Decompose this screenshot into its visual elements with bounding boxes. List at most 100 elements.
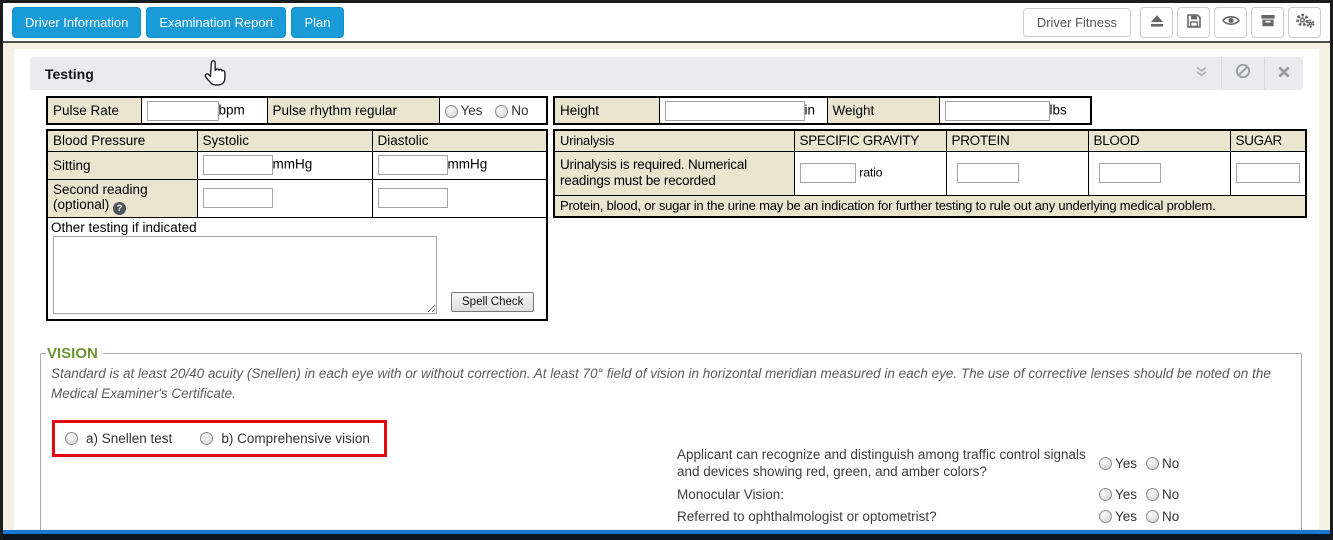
sugar-input[interactable] [1236, 163, 1300, 183]
snellen-test-radio[interactable] [65, 432, 78, 445]
traffic-signals-no-radio[interactable] [1146, 457, 1159, 470]
tab-examination-report[interactable]: Examination Report [146, 7, 286, 38]
height-weight-table: Height in Weight lbs [553, 96, 1092, 125]
monocular-yes-radio[interactable] [1099, 488, 1112, 501]
weight-label: Weight [827, 97, 939, 124]
diastolic-header: Diastolic [372, 130, 547, 151]
sugar-header: SUGAR [1230, 130, 1306, 151]
other-testing-label: Other testing if indicated [51, 219, 543, 236]
settings-button[interactable] [1288, 7, 1321, 38]
comprehensive-vision-radio[interactable] [200, 432, 213, 445]
no-label: No [511, 103, 528, 118]
diastolic-unit-label: mmHg [448, 157, 488, 172]
blood-input[interactable] [1099, 163, 1161, 183]
traffic-signals-yes-radio[interactable] [1099, 457, 1112, 470]
archive-icon [1260, 13, 1276, 31]
comprehensive-vision-option: b) Comprehensive vision [200, 431, 370, 446]
question-label: Referred to ophthalmologist or optometri… [677, 508, 1091, 526]
testing-form: Pulse Rate bpm Pulse rhythm regular Yes … [30, 90, 1303, 535]
save-icon [1186, 13, 1202, 32]
vision-test-options-highlight: a) Snellen test b) Comprehensive vision [52, 420, 387, 457]
systolic-header: Systolic [197, 130, 372, 151]
second-systolic-input[interactable] [203, 188, 273, 208]
pulse-rhythm-yes-radio[interactable] [445, 105, 458, 118]
referred-yes-radio[interactable] [1099, 510, 1112, 523]
specific-gravity-header: SPECIFIC GRAVITY [794, 130, 946, 151]
sitting-label: Sitting [47, 151, 197, 179]
eject-button[interactable] [1140, 7, 1173, 38]
blood-header: BLOOD [1088, 130, 1230, 151]
question-label: Applicant can recognize and distinguish … [677, 446, 1091, 481]
driver-exam-page: Driver Information Examination Report Pl… [0, 0, 1333, 540]
pulse-rhythm-no-radio[interactable] [495, 105, 508, 118]
bottom-bar [3, 530, 1330, 540]
vision-questions: Applicant can recognize and distinguish … [677, 446, 1201, 540]
urinalysis-required-note: Urinalysis is required. Numerical readin… [554, 151, 794, 195]
protein-input[interactable] [957, 163, 1019, 183]
urinalysis-footer-note: Protein, blood, or sugar in the urine ma… [554, 195, 1306, 216]
no-label: No [1162, 509, 1179, 524]
specific-gravity-input[interactable] [800, 163, 856, 183]
pulse-unit-label: bpm [219, 102, 245, 117]
pulse-rate-input[interactable] [147, 101, 219, 121]
urinalysis-table: Urinalysis SPECIFIC GRAVITY PROTEIN BLOO… [553, 129, 1307, 218]
sitting-systolic-input[interactable] [203, 155, 273, 175]
yes-label: Yes [1115, 509, 1137, 524]
panel-header-icons [1182, 57, 1303, 90]
referred-no-radio[interactable] [1146, 510, 1159, 523]
snellen-test-label: a) Snellen test [86, 431, 172, 446]
tab-plan[interactable]: Plan [291, 7, 343, 38]
weight-input[interactable] [945, 101, 1050, 121]
toolbar-right-group: Driver Fitness [1023, 7, 1321, 38]
disable-panel-button[interactable] [1221, 57, 1264, 90]
second-reading-label: Second reading (optional) [53, 182, 148, 212]
gears-icon [1295, 12, 1315, 32]
comprehensive-vision-label: b) Comprehensive vision [221, 431, 370, 446]
other-testing-textarea[interactable] [53, 236, 437, 314]
testing-panel-header[interactable]: Testing [30, 57, 1303, 90]
yes-label: Yes [461, 103, 483, 118]
preview-button[interactable] [1214, 7, 1247, 38]
protein-header: PROTEIN [946, 130, 1088, 151]
main-content: Testing [3, 43, 1330, 529]
yes-label: Yes [1115, 456, 1137, 471]
no-label: No [1162, 456, 1179, 471]
blood-pressure-table: Blood Pressure Systolic Diastolic Sittin… [46, 129, 548, 321]
ratio-unit-label: ratio [859, 166, 882, 180]
monocular-no-radio[interactable] [1146, 488, 1159, 501]
disable-circle-slash-icon [1235, 63, 1251, 84]
question-row-traffic-signals: Applicant can recognize and distinguish … [677, 446, 1201, 481]
close-x-icon [1278, 65, 1290, 83]
pulse-rate-label: Pulse Rate [47, 97, 141, 124]
question-label: Monocular Vision: [677, 486, 1091, 504]
blood-pressure-title: Blood Pressure [47, 130, 197, 151]
height-input[interactable] [665, 101, 805, 121]
pulse-table: Pulse Rate bpm Pulse rhythm regular Yes … [46, 96, 548, 125]
eye-icon [1222, 13, 1240, 31]
tab-driver-information[interactable]: Driver Information [12, 7, 141, 38]
weight-unit-label: lbs [1050, 102, 1067, 117]
testing-card: Testing [14, 49, 1319, 529]
spell-check-button[interactable]: Spell Check [451, 292, 534, 312]
panel-title: Testing [45, 66, 94, 82]
driver-fitness-button[interactable]: Driver Fitness [1023, 8, 1131, 37]
sitting-diastolic-input[interactable] [378, 155, 448, 175]
close-panel-button[interactable] [1264, 57, 1303, 90]
pulse-rhythm-label: Pulse rhythm regular [267, 97, 439, 124]
question-row-referred: Referred to ophthalmologist or optometri… [677, 508, 1201, 526]
help-icon[interactable]: ? [113, 202, 126, 215]
top-toolbar: Driver Information Examination Report Pl… [3, 3, 1330, 43]
height-unit-label: in [805, 102, 816, 117]
question-row-monocular-vision: Monocular Vision: Yes No [677, 486, 1201, 504]
archive-button[interactable] [1251, 7, 1284, 38]
systolic-unit-label: mmHg [273, 157, 313, 172]
vision-standard-text: Standard is at least 20/40 acuity (Snell… [51, 364, 1291, 405]
eject-icon [1149, 13, 1165, 32]
collapse-panel-button[interactable] [1182, 57, 1221, 90]
second-diastolic-input[interactable] [378, 188, 448, 208]
urinalysis-title: Urinalysis [554, 130, 794, 151]
collapse-double-chevron-icon [1195, 65, 1208, 83]
no-label: No [1162, 487, 1179, 502]
save-button[interactable] [1177, 7, 1210, 38]
vision-section: VISION Standard is at least 20/40 acuity… [40, 345, 1302, 535]
